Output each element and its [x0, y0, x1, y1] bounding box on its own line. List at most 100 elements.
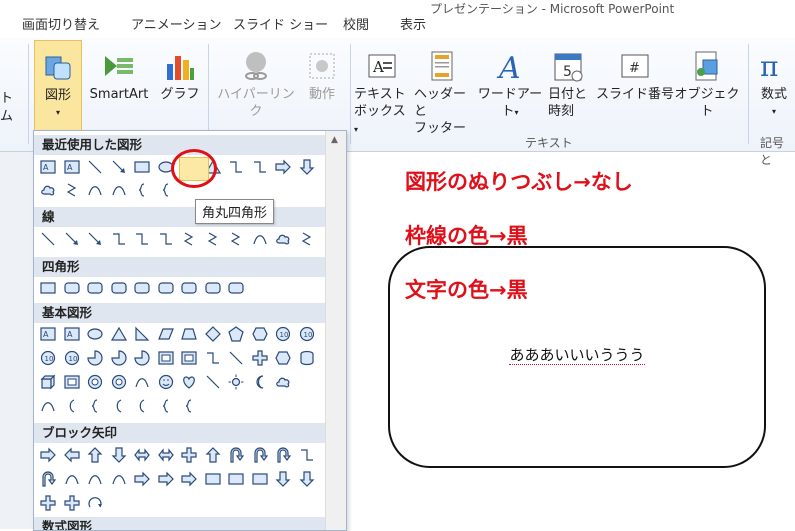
shape-rect-icon[interactable] [38, 278, 58, 298]
shape-curve-icon[interactable] [85, 180, 105, 200]
shape-elb-icon[interactable] [226, 157, 246, 177]
shape-elb-icon[interactable] [132, 229, 152, 249]
shape-donut-icon[interactable] [85, 372, 105, 392]
shape-rrect-icon[interactable] [179, 278, 199, 298]
textbox-button[interactable]: A テキスト ボックス ▾ [354, 50, 410, 138]
shape-rrect-icon[interactable] [203, 278, 223, 298]
shape-dar-icon[interactable] [273, 469, 293, 489]
shape-elb-icon[interactable] [203, 348, 223, 368]
shape-moon-icon[interactable] [250, 372, 270, 392]
equation-button[interactable]: π 数式 ▾ [754, 50, 794, 120]
shape-num-icon[interactable]: 10 [38, 348, 58, 368]
shape-cloud-icon[interactable] [38, 180, 58, 200]
shape-zig-icon[interactable] [297, 229, 317, 249]
shape-uturn-icon[interactable] [273, 445, 293, 465]
shape-pie-icon[interactable] [132, 348, 152, 368]
shape-smile-icon[interactable] [156, 372, 176, 392]
rounded-rectangle-shape[interactable]: あああいいいううう [388, 246, 766, 468]
shape-sun-icon[interactable] [226, 372, 246, 392]
shape-line-icon[interactable] [85, 157, 105, 177]
shape-donut-icon[interactable] [109, 372, 129, 392]
shape-brace-icon[interactable] [156, 180, 176, 200]
shape-par-icon[interactable] [156, 324, 176, 344]
shape-pie-icon[interactable] [85, 348, 105, 368]
shape-rrect-icon[interactable] [132, 278, 152, 298]
shape-curve-icon[interactable] [109, 180, 129, 200]
shape-rar-icon[interactable] [179, 469, 199, 489]
shape-hex-icon[interactable] [273, 348, 293, 368]
shape-cube-icon[interactable] [38, 372, 58, 392]
tab-review[interactable]: 校閲 [343, 14, 369, 33]
shape-rect-icon[interactable] [132, 157, 152, 177]
shape-dia-icon[interactable] [203, 324, 223, 344]
header-footer-button[interactable]: ヘッダーと フッター [414, 50, 472, 137]
shape-text[interactable]: あああいいいううう [390, 344, 764, 365]
tab-slideshow[interactable]: スライド ショー [233, 14, 328, 33]
shape-uturn-icon[interactable] [226, 445, 246, 465]
shape-curve-icon[interactable] [132, 372, 152, 392]
shape-uar-icon[interactable] [203, 445, 223, 465]
date-time-button[interactable]: 5 日付と 時刻 [548, 50, 592, 120]
shape-curve-icon[interactable] [250, 229, 270, 249]
shape-brace-icon[interactable] [156, 396, 176, 416]
shape-uturn-icon[interactable] [250, 445, 270, 465]
shape-cloud-icon[interactable] [273, 229, 293, 249]
shapes-button[interactable]: 図形 ▾ [34, 40, 82, 140]
shape-arr-icon[interactable] [109, 157, 129, 177]
shape-lrar-icon[interactable] [156, 445, 176, 465]
shape-rect-icon[interactable] [250, 469, 270, 489]
gallery-scrollbar[interactable]: ▲ [325, 131, 346, 530]
shape-rar-icon[interactable] [38, 445, 58, 465]
shape-plus-icon[interactable] [179, 445, 199, 465]
tab-transitions[interactable]: 画面切り替え [22, 14, 100, 33]
object-button[interactable]: オブジェクト [674, 50, 740, 120]
chart-button[interactable]: グラフ [160, 50, 200, 103]
shape-curve-icon[interactable] [85, 469, 105, 489]
shape-elb-icon[interactable] [250, 157, 270, 177]
shape-rrect-icon[interactable] [156, 278, 176, 298]
shape-rrect-icon[interactable] [226, 278, 246, 298]
shape-rar-icon[interactable] [273, 157, 293, 177]
shape-elb-icon[interactable] [297, 445, 317, 465]
shape-plus-icon[interactable] [250, 348, 270, 368]
shape-rar-icon[interactable] [132, 469, 152, 489]
shape-cyl-icon[interactable] [297, 348, 317, 368]
shape-brace-icon[interactable] [179, 396, 199, 416]
shape-uar-icon[interactable] [85, 445, 105, 465]
smartart-button[interactable]: SmartArt [84, 50, 154, 103]
shape-br-icon[interactable] [132, 396, 152, 416]
shape-dar-icon[interactable] [297, 157, 317, 177]
shape-line-icon[interactable] [38, 229, 58, 249]
shape-trap-icon[interactable] [179, 324, 199, 344]
shape-curve-icon[interactable] [38, 396, 58, 416]
shape-zig-icon[interactable] [179, 229, 199, 249]
shape-frame-icon[interactable] [62, 372, 82, 392]
wordart-button[interactable]: A ワードアート▾ [474, 50, 546, 121]
shape-elb-icon[interactable] [109, 229, 129, 249]
shape-curve-icon[interactable] [109, 469, 129, 489]
shape-plus-icon[interactable] [62, 493, 82, 513]
shape-zig-icon[interactable] [203, 229, 223, 249]
shape-txt-icon[interactable]: A [38, 157, 58, 177]
tab-view[interactable]: 表示 [400, 14, 426, 33]
shape-frame-icon[interactable] [179, 348, 199, 368]
shape-lar-icon[interactable] [62, 445, 82, 465]
tab-animations[interactable]: アニメーション [131, 14, 221, 33]
shape-rtri-icon[interactable] [132, 324, 152, 344]
slide-number-button[interactable]: # スライド番号 [596, 50, 674, 103]
scroll-up-icon[interactable]: ▲ [331, 135, 338, 145]
shape-num-icon[interactable]: 10 [297, 324, 317, 344]
shape-rrect-icon[interactable] [85, 278, 105, 298]
shape-brace-icon[interactable] [85, 396, 105, 416]
shape-zig-icon[interactable] [62, 180, 82, 200]
shape-zig-icon[interactable] [226, 229, 246, 249]
shape-pie-icon[interactable] [109, 348, 129, 368]
shape-rrect-icon[interactable] [62, 278, 82, 298]
shape-line-icon[interactable] [226, 348, 246, 368]
shape-txt-icon[interactable]: A [62, 324, 82, 344]
shape-rar-icon[interactable] [156, 469, 176, 489]
shape-pent-icon[interactable] [226, 324, 246, 344]
shape-curve-icon[interactable] [62, 469, 82, 489]
shape-br-icon[interactable] [62, 396, 82, 416]
shape-rect-icon[interactable] [226, 469, 246, 489]
